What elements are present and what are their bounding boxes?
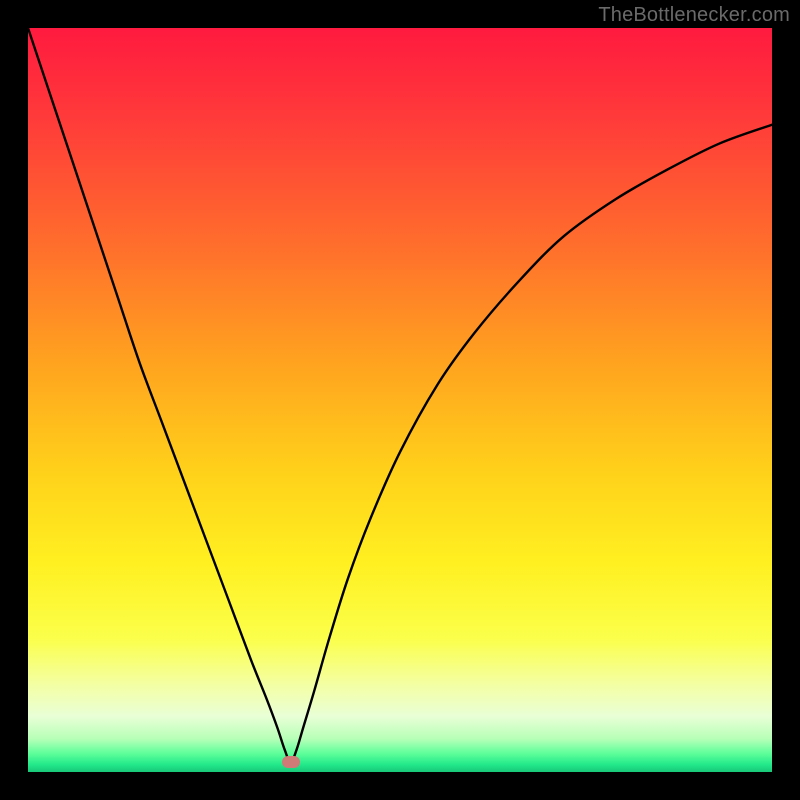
plot-area [28,28,772,772]
watermark-text: TheBottlenecker.com [598,4,790,27]
curve-layer [28,28,772,772]
bottleneck-curve [28,28,772,762]
minimum-marker [282,756,300,768]
chart-stage: TheBottlenecker.com [0,0,800,800]
